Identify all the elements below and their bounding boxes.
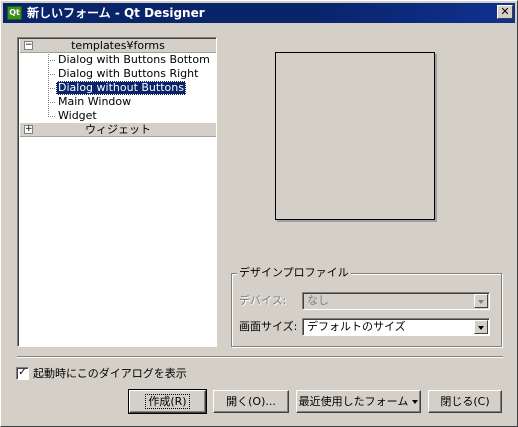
close-button[interactable]: 閉じる(C) [428,390,502,413]
open-button-label: 開く(O)... [226,395,276,408]
category-label-templates: templates¥forms [71,39,165,52]
window-title: 新しいフォーム - Qt Designer [27,6,205,20]
show-on-startup-checkbox[interactable]: ✓ [16,367,29,380]
recent-forms-label: 最近使用したフォーム [298,395,409,408]
screen-size-label: 画面サイズ: [239,320,298,333]
close-button-label: 閉じる(C) [440,395,490,408]
tree-item-dialog-buttons-right[interactable]: Dialog with Buttons Right [56,67,200,81]
screen-size-value: デフォルトのサイズ [307,320,406,333]
tree-branch-line [48,60,55,61]
tree-category-templates[interactable]: − templates¥forms [20,39,216,53]
tree-branch-line [48,116,55,117]
collapse-icon[interactable]: − [24,41,33,50]
device-label: デバイス: [239,294,287,307]
create-button[interactable]: 作成(R) [128,389,207,414]
tree-item-main-window[interactable]: Main Window [56,95,133,109]
divider [17,356,503,358]
tree-branch-line [48,54,49,117]
tree-branch-line [48,74,55,75]
tree-item-dialog-buttons-bottom[interactable]: Dialog with Buttons Bottom [56,53,212,67]
device-combo: なし [302,292,490,310]
title-bar[interactable]: Qt 新しいフォーム - Qt Designer ✕ [3,3,515,23]
chevron-down-icon [412,400,419,404]
create-button-label: 作成(R) [145,394,190,409]
show-on-startup-label[interactable]: 起動時にこのダイアログを表示 [33,367,187,381]
open-button[interactable]: 開く(O)... [213,390,289,413]
qt-designer-app-icon: Qt [7,6,22,20]
device-value: なし [307,294,329,307]
recent-forms-button[interactable]: 最近使用したフォーム [296,390,421,413]
tree-branch-line [48,102,55,103]
expand-icon[interactable]: + [24,125,33,134]
new-form-dialog: Qt 新しいフォーム - Qt Designer ✕ − templates¥f… [0,0,518,427]
design-profile-title: デザインプロファイル [237,266,351,279]
template-tree[interactable]: − templates¥forms Dialog with Buttons Bo… [17,37,217,347]
screen-size-combo[interactable]: デフォルトのサイズ [302,318,490,336]
category-label-widgets: ウィジェット [85,123,151,136]
close-icon: ✕ [500,5,510,18]
chevron-down-icon[interactable] [474,320,488,334]
chevron-down-icon [474,294,488,308]
tree-item-widget[interactable]: Widget [56,109,99,123]
form-preview [275,52,435,220]
close-window-button[interactable]: ✕ [497,5,513,19]
tree-branch-line [48,88,55,89]
tree-item-dialog-without-buttons[interactable]: Dialog without Buttons [56,81,186,95]
tree-category-widgets[interactable]: + ウィジェット [20,123,216,137]
